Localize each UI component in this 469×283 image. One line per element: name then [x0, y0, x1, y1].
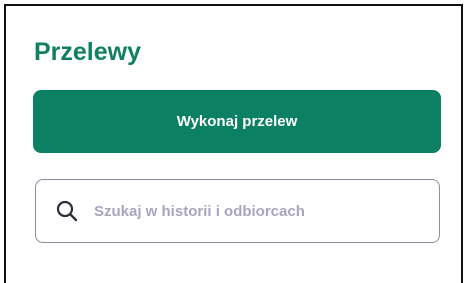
search-input[interactable]: [92, 201, 416, 221]
make-transfer-button[interactable]: Wykonaj przelew: [33, 90, 441, 153]
section-title: Przelewy: [34, 38, 142, 66]
search-box[interactable]: [35, 179, 440, 243]
search-icon: [54, 198, 80, 224]
transfers-panel: Przelewy Wykonaj przelew: [4, 4, 463, 283]
